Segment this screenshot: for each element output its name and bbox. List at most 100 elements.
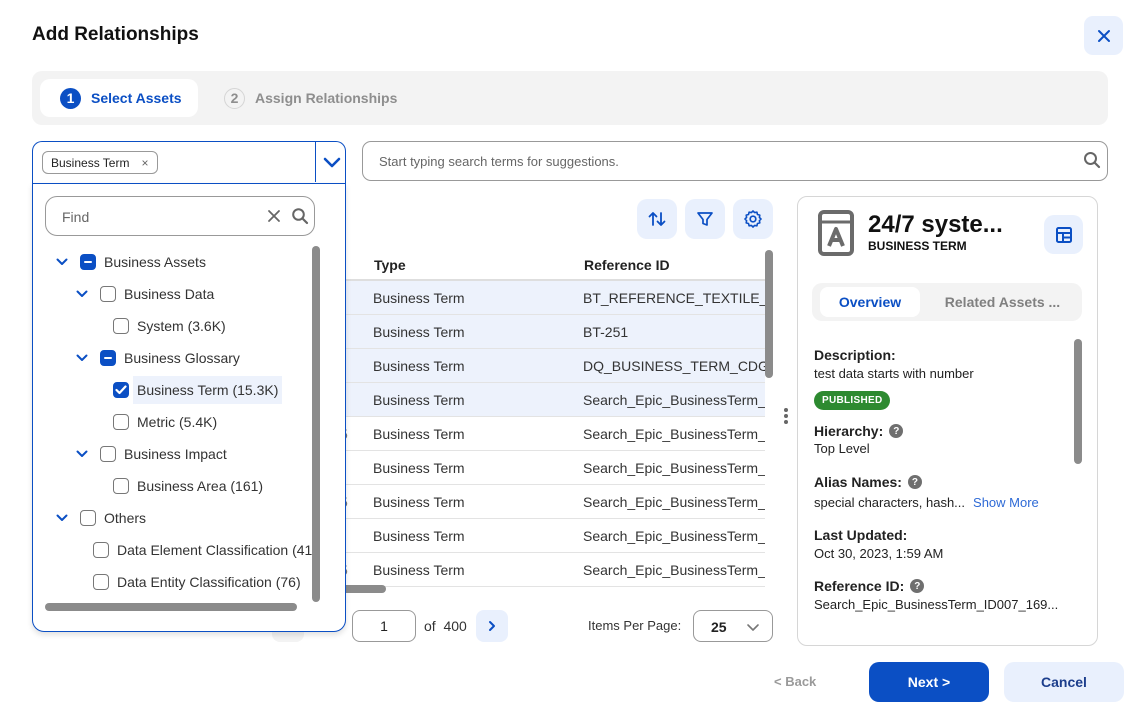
- expand-toggle[interactable]: [56, 258, 70, 266]
- tree-item[interactable]: Others: [56, 503, 146, 533]
- tree-item[interactable]: Data Element Classification (41: [93, 535, 312, 565]
- help-icon[interactable]: ?: [889, 424, 904, 438]
- tree-checkbox[interactable]: [100, 446, 116, 462]
- search-icon: [292, 208, 309, 225]
- expand-toggle[interactable]: [56, 514, 70, 522]
- chip-remove-button[interactable]: ×: [141, 156, 148, 170]
- tree-item[interactable]: Metric (5.4K): [113, 407, 217, 437]
- tree-item[interactable]: System (3.6K): [113, 311, 226, 341]
- clear-icon: [268, 210, 280, 222]
- filter-button[interactable]: [685, 199, 725, 239]
- tree-item-label: Others: [104, 510, 147, 526]
- reference-id-label: Reference ID:: [814, 578, 905, 594]
- step-assign-relationships[interactable]: 2 Assign Relationships: [224, 79, 397, 117]
- tree-checkbox[interactable]: [113, 478, 129, 494]
- tree-checkbox[interactable]: [113, 414, 129, 430]
- last-updated-value: Oct 30, 2023, 1:59 AM: [814, 546, 944, 561]
- more-options-button[interactable]: [782, 406, 790, 426]
- table-vertical-scrollbar[interactable]: [765, 250, 773, 378]
- filter-icon: [697, 212, 713, 226]
- tree-item[interactable]: Business Area (161): [113, 471, 263, 501]
- tree-checkbox[interactable]: [100, 350, 116, 366]
- tree-checkbox[interactable]: [100, 286, 116, 302]
- find-search-button[interactable]: [291, 207, 309, 230]
- reference-id-cell: Search_Epic_BusinessTerm_I: [583, 494, 765, 510]
- table-horizontal-scrollbar[interactable]: [340, 585, 386, 593]
- type-cell: Business Term: [373, 460, 465, 476]
- table-row[interactable]: 5Business TermSearch_Epic_BusinessTerm_I: [340, 417, 765, 451]
- cancel-button[interactable]: Cancel: [1004, 662, 1124, 702]
- sort-button[interactable]: [637, 199, 677, 239]
- column-header-type[interactable]: Type: [374, 257, 406, 273]
- search-icon: [1084, 152, 1101, 169]
- tree-item-label: Data Element Classification (41: [117, 542, 313, 558]
- tree-checkbox[interactable]: [80, 254, 96, 270]
- settings-button[interactable]: [733, 199, 773, 239]
- table-row[interactable]: Business Term BT-251: [340, 315, 765, 349]
- dialog-title: Add Relationships: [32, 24, 199, 45]
- dropdown-vertical-scrollbar[interactable]: [312, 246, 320, 602]
- chevron-down-icon: [56, 514, 68, 521]
- layout-icon: [1055, 226, 1072, 243]
- step-number: 1: [60, 87, 81, 109]
- next-button[interactable]: Next >: [869, 662, 989, 702]
- step-select-assets[interactable]: 1 Select Assets: [40, 79, 198, 117]
- table-row[interactable]: 5Business TermSearch_Epic_BusinessTerm_I: [340, 553, 765, 587]
- tree-checkbox[interactable]: [80, 510, 96, 526]
- select-toggle-button[interactable]: [317, 142, 347, 182]
- description-label: Description:: [814, 347, 896, 363]
- tree-checkbox[interactable]: [113, 382, 129, 398]
- table-row[interactable]: 5Business TermSearch_Epic_BusinessTerm_I: [340, 485, 765, 519]
- detail-scrollbar[interactable]: [1074, 339, 1082, 464]
- table-row[interactable]: .Business TermDQ_BUSINESS_TERM_CDGC_: [340, 349, 765, 383]
- tree-item-label: Business Glossary: [124, 350, 240, 366]
- expand-toggle[interactable]: [76, 354, 90, 362]
- type-cell: Business Term: [373, 528, 465, 544]
- show-more-link[interactable]: Show More: [973, 495, 1039, 510]
- tree-item[interactable]: Data Entity Classification (76): [93, 567, 301, 597]
- tree-item[interactable]: Business Data: [76, 279, 214, 309]
- expand-toggle[interactable]: [76, 290, 90, 298]
- expand-toggle[interactable]: [76, 450, 90, 458]
- type-cell: Business Term: [373, 562, 465, 578]
- check-icon: [115, 385, 127, 395]
- clear-find-button[interactable]: [266, 208, 282, 229]
- table-row[interactable]: lBusiness TermSearch_Epic_BusinessTerm_I: [340, 519, 765, 553]
- tree-item-label: Metric (5.4K): [137, 414, 218, 430]
- search-button[interactable]: [1083, 151, 1101, 174]
- close-button[interactable]: [1084, 16, 1123, 55]
- layout-toggle-button[interactable]: [1044, 215, 1083, 254]
- back-button[interactable]: < Back: [774, 674, 816, 689]
- tab-related-assets[interactable]: Related Assets ...: [930, 287, 1075, 317]
- help-icon[interactable]: ?: [910, 579, 925, 593]
- detail-tabs: Overview Related Assets ...: [812, 283, 1082, 321]
- asset-detail-panel: 24/7 syste... BUSINESS TERM Overview Rel…: [797, 196, 1098, 646]
- help-icon[interactable]: ?: [907, 475, 922, 489]
- tree-item[interactable]: Business Assets: [56, 247, 206, 277]
- step-label: Assign Relationships: [255, 90, 398, 106]
- tree-checkbox[interactable]: [113, 318, 129, 334]
- table-row[interactable]: )Business TermSearch_Epic_BusinessTerm_I: [340, 451, 765, 485]
- tree-item[interactable]: Business Term (15.3K): [113, 375, 283, 405]
- find-input[interactable]: [62, 207, 252, 227]
- tree-checkbox[interactable]: [93, 542, 109, 558]
- items-per-page-label: Items Per Page:: [588, 618, 682, 633]
- table-row[interactable]: Business Term BT_REFERENCE_TEXTILE_DE: [340, 281, 765, 315]
- tree-item[interactable]: Business Glossary: [76, 343, 240, 373]
- asset-type-select[interactable]: Business Term ×: [32, 141, 346, 183]
- items-per-page-select[interactable]: 25: [693, 610, 773, 642]
- page-number-input[interactable]: 1: [352, 610, 416, 642]
- find-field[interactable]: [45, 196, 315, 236]
- hierarchy-label: Hierarchy:: [814, 423, 884, 439]
- table-row[interactable]: )Business TermSearch_Epic_BusinessTerm_I: [340, 383, 765, 417]
- tab-overview[interactable]: Overview: [820, 287, 920, 317]
- next-page-button[interactable]: [476, 610, 508, 642]
- search-input[interactable]: [379, 151, 1069, 171]
- of-label: of: [424, 618, 436, 634]
- tree-checkbox[interactable]: [93, 574, 109, 590]
- dropdown-horizontal-scrollbar[interactable]: [45, 603, 297, 611]
- search-field[interactable]: [362, 141, 1108, 181]
- description-value: test data starts with number: [814, 366, 974, 381]
- tree-item[interactable]: Business Impact: [76, 439, 227, 469]
- column-header-reference-id[interactable]: Reference ID: [584, 257, 670, 273]
